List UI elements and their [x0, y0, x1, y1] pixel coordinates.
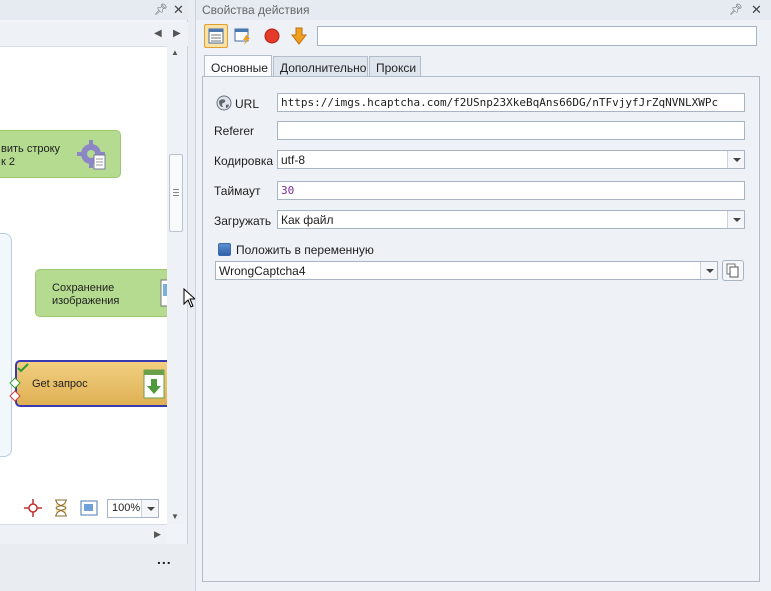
close-icon[interactable]: ✕ — [173, 2, 184, 18]
tab-label: Основные — [211, 61, 268, 75]
tab-basic[interactable]: Основные — [204, 55, 272, 77]
node-get-request[interactable]: Get запрос — [15, 360, 167, 407]
url-input[interactable]: https://imgs.hcaptcha.com/f2USnp23XkeBqA… — [277, 93, 745, 112]
globe-icon — [216, 95, 232, 111]
node-add-string[interactable]: вить строку к 2 — [0, 130, 121, 178]
panel-title: Свойства действия — [202, 3, 310, 17]
minimap-icon[interactable] — [80, 499, 98, 517]
encoding-select[interactable]: utf-8 — [277, 150, 745, 169]
window-lightning-icon — [234, 28, 250, 45]
scroll-down-icon[interactable]: ▼ — [171, 512, 179, 521]
scroll-left-icon[interactable]: ◀ — [154, 28, 162, 39]
gear-document-icon — [77, 140, 106, 170]
left-panel: 📌︎ ✕ ◀ ▶ вить строку к 2 Сохранение изоб… — [0, 0, 188, 591]
checkmark-icon — [17, 363, 29, 373]
tab-proxy[interactable]: Прокси — [369, 56, 421, 77]
toolbar-search-input[interactable] — [317, 26, 757, 46]
vertical-scroll-thumb[interactable] — [169, 154, 183, 232]
table-icon — [208, 28, 224, 44]
put-in-variable-label: Положить в переменную — [236, 243, 374, 257]
referer-label: Referer — [214, 124, 255, 138]
copy-variable-button[interactable] — [722, 260, 744, 281]
timeout-label: Таймаут — [214, 184, 261, 198]
referer-input[interactable] — [277, 121, 745, 140]
center-view-icon[interactable] — [24, 499, 42, 517]
scroll-up-icon[interactable]: ▲ — [171, 48, 179, 57]
hourglass-icon[interactable] — [52, 499, 70, 517]
chevron-down-icon[interactable] — [700, 262, 717, 279]
variable-select[interactable]: WrongCaptcha4 — [215, 261, 718, 280]
image-icon — [160, 279, 167, 307]
url-label: URL — [235, 97, 260, 111]
step-down-button[interactable] — [287, 24, 311, 48]
arrow-down-icon — [291, 27, 307, 45]
tab-label: Дополнительно — [280, 61, 367, 75]
load-value: Как файл — [281, 213, 334, 227]
node-label: вить строку к 2 — [1, 143, 61, 168]
stop-button[interactable] — [260, 24, 284, 48]
left-bottom-bar: ... — [0, 544, 188, 591]
tab-content: URL https://imgs.hcaptcha.com/f2USnp23Xk… — [202, 76, 760, 582]
node-label: Get запрос — [32, 378, 88, 390]
encoding-value: utf-8 — [281, 153, 306, 167]
horizontal-scrollbar[interactable]: ▶ — [0, 524, 167, 544]
zoom-select[interactable]: 100% — [107, 499, 159, 518]
chevron-down-icon[interactable] — [727, 151, 744, 168]
vertical-scrollbar[interactable]: ▲ ▼ — [167, 46, 185, 524]
left-titlebar: 📌︎ ✕ — [0, 0, 188, 20]
zoom-value: 100% — [112, 502, 141, 514]
left-tabstrip: ◀ ▶ — [0, 22, 188, 46]
stop-icon — [264, 28, 280, 44]
tab-label: Прокси — [376, 61, 417, 75]
properties-view-button[interactable] — [204, 24, 228, 48]
error-port-icon[interactable] — [9, 390, 21, 402]
variable-value: WrongCaptcha4 — [219, 264, 306, 278]
encoding-label: Кодировка — [214, 154, 274, 168]
close-icon[interactable]: ✕ — [751, 2, 762, 18]
pin-icon[interactable]: 📌︎ — [729, 3, 743, 16]
put-in-variable-checkbox[interactable] — [218, 243, 231, 256]
chevron-down-icon[interactable] — [727, 211, 744, 228]
input-port-icon[interactable] — [9, 377, 21, 389]
load-select[interactable]: Как файл — [277, 210, 745, 229]
scroll-right-icon[interactable]: ▶ — [173, 28, 181, 39]
properties-titlebar: Свойства действия 📌︎ ✕ — [196, 0, 771, 20]
timeout-input[interactable]: 30 — [277, 181, 745, 200]
edit-action-button[interactable] — [231, 24, 255, 48]
workflow-canvas[interactable]: вить строку к 2 Сохранение изображения G… — [0, 46, 167, 524]
zoom-dropdown-icon[interactable] — [141, 500, 158, 517]
copy-icon — [726, 263, 739, 278]
properties-panel: Свойства действия 📌︎ ✕ Основные Дополнит… — [195, 0, 771, 591]
pin-icon[interactable]: 📌︎ — [154, 3, 168, 16]
mouse-cursor-icon — [183, 288, 195, 308]
tab-advanced[interactable]: Дополнительно — [273, 56, 368, 77]
node-label: Сохранение изображения — [52, 282, 120, 307]
node-save-image[interactable]: Сохранение изображения — [35, 269, 167, 317]
scroll-right-icon[interactable]: ▶ — [154, 529, 161, 540]
group-container — [0, 233, 12, 457]
download-icon — [143, 369, 165, 399]
load-label: Загружать — [214, 214, 272, 228]
more-options-icon[interactable]: ... — [157, 551, 172, 567]
